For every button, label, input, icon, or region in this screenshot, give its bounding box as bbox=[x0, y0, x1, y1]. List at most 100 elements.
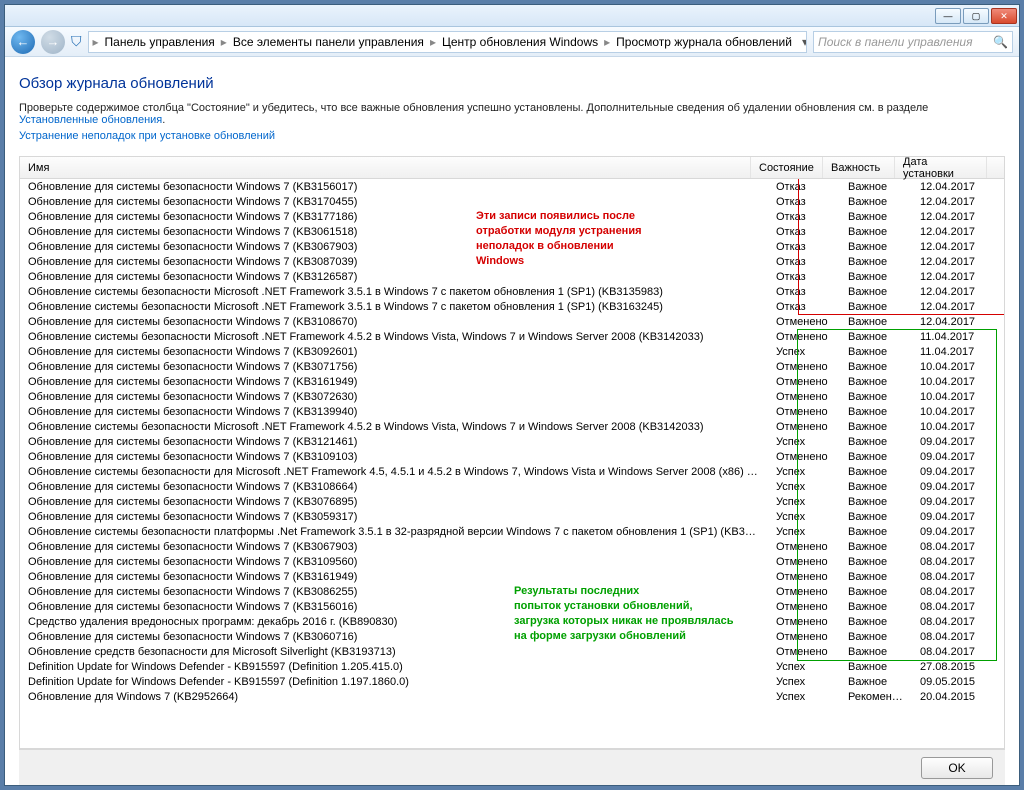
table-row[interactable]: Обновление для системы безопасности Wind… bbox=[20, 239, 1004, 254]
cell-state: Отменено bbox=[768, 571, 840, 583]
search-icon[interactable]: 🔍 bbox=[993, 35, 1008, 49]
table-row[interactable]: Обновление для системы безопасности Wind… bbox=[20, 269, 1004, 284]
close-button[interactable]: ✕ bbox=[991, 8, 1017, 24]
cell-state: Отменено bbox=[768, 631, 840, 643]
forward-button[interactable]: → bbox=[41, 30, 65, 54]
toolbar: ← → ⛉ ▸ Панель управления ▸ Все элементы… bbox=[5, 27, 1019, 57]
cell-name: Обновление системы безопасности платформ… bbox=[20, 526, 768, 538]
cell-date: 10.04.2017 bbox=[912, 391, 1004, 403]
cell-importance: Важное bbox=[840, 631, 912, 643]
table-row[interactable]: Обновление для системы безопасности Wind… bbox=[20, 629, 1004, 644]
cell-state: Отказ bbox=[768, 271, 840, 283]
table-row[interactable]: Обновление для системы безопасности Wind… bbox=[20, 344, 1004, 359]
table-row[interactable]: Definition Update for Windows Defender -… bbox=[20, 674, 1004, 689]
cell-date: 09.04.2017 bbox=[912, 466, 1004, 478]
table-row[interactable]: Обновление системы безопасности Microsof… bbox=[20, 329, 1004, 344]
table-row[interactable]: Обновление для системы безопасности Wind… bbox=[20, 194, 1004, 209]
table-row[interactable]: Обновление для системы безопасности Wind… bbox=[20, 494, 1004, 509]
cell-state: Отменено bbox=[768, 601, 840, 613]
table-row[interactable]: Обновление для системы безопасности Wind… bbox=[20, 479, 1004, 494]
breadcrumb-dropdown[interactable]: ▾ bbox=[798, 35, 807, 49]
table-row[interactable]: Обновление для системы безопасности Wind… bbox=[20, 209, 1004, 224]
table-row[interactable]: Обновление для системы безопасности Wind… bbox=[20, 434, 1004, 449]
col-date[interactable]: Дата установки bbox=[895, 157, 987, 178]
cell-state: Успех bbox=[768, 511, 840, 523]
breadcrumb-item[interactable]: Панель управления bbox=[101, 35, 219, 49]
installed-updates-link[interactable]: Установленные обновления bbox=[19, 114, 162, 126]
cell-name: Обновление для системы безопасности Wind… bbox=[20, 316, 768, 328]
cell-state: Успех bbox=[768, 346, 840, 358]
desc-text: Проверьте содержимое столбца "Состояние"… bbox=[19, 102, 928, 114]
table-row[interactable]: Обновление для системы безопасности Wind… bbox=[20, 584, 1004, 599]
cell-date: 08.04.2017 bbox=[912, 616, 1004, 628]
cell-name: Обновление для системы безопасности Wind… bbox=[20, 451, 768, 463]
breadcrumb[interactable]: ▸ Панель управления ▸ Все элементы панел… bbox=[88, 31, 808, 53]
cell-date: 12.04.2017 bbox=[912, 181, 1004, 193]
table-row[interactable]: Definition Update for Windows Defender -… bbox=[20, 659, 1004, 674]
table-row[interactable]: Обновление для системы безопасности Wind… bbox=[20, 599, 1004, 614]
cell-date: 12.04.2017 bbox=[912, 211, 1004, 223]
page-title: Обзор журнала обновлений bbox=[19, 75, 1005, 92]
table-row[interactable]: Обновление для системы безопасности Wind… bbox=[20, 554, 1004, 569]
cell-date: 09.05.2015 bbox=[912, 676, 1004, 688]
table-row[interactable]: Обновление системы безопасности Microsof… bbox=[20, 299, 1004, 314]
table-row[interactable]: Обновление для системы безопасности Wind… bbox=[20, 509, 1004, 524]
cell-date: 08.04.2017 bbox=[912, 631, 1004, 643]
control-panel-icon[interactable]: ⛉ bbox=[71, 33, 82, 50]
table-row[interactable]: Обновление для системы безопасности Wind… bbox=[20, 359, 1004, 374]
cell-date: 10.04.2017 bbox=[912, 421, 1004, 433]
table-row[interactable]: Обновление системы безопасности платформ… bbox=[20, 524, 1004, 539]
cell-name: Обновление для системы безопасности Wind… bbox=[20, 376, 768, 388]
col-state[interactable]: Состояние bbox=[751, 157, 823, 178]
breadcrumb-item[interactable]: Просмотр журнала обновлений bbox=[612, 35, 796, 49]
cell-date: 09.04.2017 bbox=[912, 511, 1004, 523]
table-row[interactable]: Обновление для системы безопасности Wind… bbox=[20, 314, 1004, 329]
table-row[interactable]: Обновление средств безопасности для Micr… bbox=[20, 644, 1004, 659]
table-row[interactable]: Обновление для системы безопасности Wind… bbox=[20, 569, 1004, 584]
col-name[interactable]: Имя bbox=[20, 157, 751, 178]
footer: OK bbox=[19, 749, 1005, 785]
back-button[interactable]: ← bbox=[11, 30, 35, 54]
cell-name: Обновление для системы безопасности Wind… bbox=[20, 571, 768, 583]
table-row[interactable]: Обновление для системы безопасности Wind… bbox=[20, 374, 1004, 389]
breadcrumb-item[interactable]: Центр обновления Windows bbox=[438, 35, 602, 49]
troubleshoot-link[interactable]: Устранение неполадок при установке обнов… bbox=[19, 130, 275, 142]
breadcrumb-item[interactable]: Все элементы панели управления bbox=[229, 35, 428, 49]
table-row[interactable]: Обновление для Windows 7 (KB2952664)Успе… bbox=[20, 689, 1004, 704]
maximize-button[interactable]: ▢ bbox=[963, 8, 989, 24]
table-row[interactable]: Обновление системы безопасности Microsof… bbox=[20, 284, 1004, 299]
table-row[interactable]: Обновление для системы безопасности Wind… bbox=[20, 539, 1004, 554]
table-row[interactable]: Обновление системы безопасности для Micr… bbox=[20, 464, 1004, 479]
ok-button[interactable]: OK bbox=[921, 757, 993, 779]
cell-importance: Важное bbox=[840, 541, 912, 553]
cell-name: Обновление для системы безопасности Wind… bbox=[20, 601, 768, 613]
table-row[interactable]: Обновление для системы безопасности Wind… bbox=[20, 404, 1004, 419]
table-row[interactable]: Средство удаления вредоносных программ: … bbox=[20, 614, 1004, 629]
table-row[interactable]: Обновление для системы безопасности Wind… bbox=[20, 179, 1004, 194]
cell-name: Обновление для системы безопасности Wind… bbox=[20, 406, 768, 418]
col-importance[interactable]: Важность bbox=[823, 157, 895, 178]
chevron-right-icon: ▸ bbox=[430, 35, 436, 49]
minimize-button[interactable]: — bbox=[935, 8, 961, 24]
cell-importance: Важное bbox=[840, 301, 912, 313]
cell-importance: Важное bbox=[840, 616, 912, 628]
cell-importance: Важное bbox=[840, 286, 912, 298]
update-table: Имя Состояние Важность Дата установки Эт… bbox=[19, 156, 1005, 749]
table-row[interactable]: Обновление системы безопасности Microsof… bbox=[20, 419, 1004, 434]
table-body[interactable]: Эти записи появились после отработки мод… bbox=[20, 179, 1004, 748]
cell-importance: Важное bbox=[840, 676, 912, 688]
search-input[interactable]: Поиск в панели управления 🔍 bbox=[813, 31, 1013, 53]
table-row[interactable]: Обновление для системы безопасности Wind… bbox=[20, 449, 1004, 464]
cell-date: 10.04.2017 bbox=[912, 361, 1004, 373]
cell-name: Обновление для системы безопасности Wind… bbox=[20, 181, 768, 193]
cell-name: Обновление для системы безопасности Wind… bbox=[20, 481, 768, 493]
table-row[interactable]: Обновление для системы безопасности Wind… bbox=[20, 224, 1004, 239]
cell-name: Обновление для системы безопасности Wind… bbox=[20, 436, 768, 448]
cell-state: Отменено bbox=[768, 451, 840, 463]
table-row[interactable]: Обновление для системы безопасности Wind… bbox=[20, 254, 1004, 269]
cell-state: Отказ bbox=[768, 301, 840, 313]
cell-date: 08.04.2017 bbox=[912, 556, 1004, 568]
cell-state: Отказ bbox=[768, 241, 840, 253]
cell-date: 12.04.2017 bbox=[912, 241, 1004, 253]
table-row[interactable]: Обновление для системы безопасности Wind… bbox=[20, 389, 1004, 404]
